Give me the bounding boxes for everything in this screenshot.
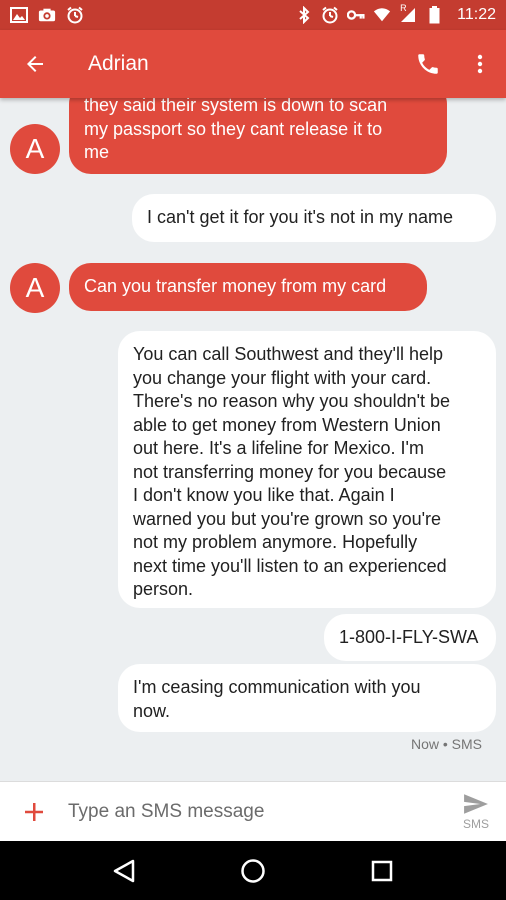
message-line: Can you transfer money from my card — [84, 276, 387, 296]
nav-back-button[interactable] — [94, 841, 154, 900]
message-bubble-outgoing[interactable]: 1-800-I-FLY-SWA — [324, 614, 496, 661]
signal-icon: R — [399, 3, 417, 24]
message-input[interactable] — [68, 791, 446, 832]
message-bubble-outgoing[interactable]: I can't get it for you it's not in my na… — [132, 194, 496, 242]
wifi-icon — [373, 6, 391, 24]
nav-recents-button[interactable] — [352, 841, 412, 900]
message-line: they said their system is down to scan — [84, 98, 388, 115]
status-bar: R 11:22 — [0, 0, 506, 30]
message-bubble-outgoing[interactable]: You can call Southwest and they'll help … — [118, 331, 496, 608]
roaming-label: R — [400, 3, 407, 13]
message-line: my passport so they cant release it to — [84, 118, 383, 139]
alarm-icon — [321, 6, 339, 24]
alarm-icon — [66, 6, 84, 24]
navigation-bar — [0, 841, 506, 900]
message-timestamp: Now • SMS — [410, 736, 482, 752]
vpn-key-icon — [347, 6, 365, 24]
call-button[interactable] — [402, 30, 454, 98]
message-line: I'm ceasing communication with you — [133, 677, 421, 697]
message-line: me — [84, 142, 110, 162]
message-line: warned you but you're grown so you're — [133, 508, 442, 529]
phone-icon — [418, 54, 438, 74]
contact-avatar[interactable]: A — [10, 263, 60, 313]
message-line: 1-800-I-FLY-SWA — [339, 627, 479, 647]
send-button[interactable]: SMS — [446, 782, 506, 842]
message-line: person. — [133, 579, 194, 599]
conversation-thread[interactable]: A they said their system is down to scan… — [0, 98, 506, 781]
image-icon — [10, 6, 28, 24]
message-line: You can call Southwest and they'll help — [133, 344, 443, 364]
battery-icon — [425, 6, 443, 24]
message-line: not transferring money for you because — [133, 461, 447, 482]
message-line: I can't get it for you it's not in my na… — [147, 207, 454, 227]
circle-home-icon — [241, 858, 265, 883]
send-icon — [464, 793, 488, 814]
message-line: I don't know you like that. Again I — [133, 485, 395, 505]
send-label: SMS — [462, 816, 489, 831]
add-attachment-button[interactable] — [0, 782, 68, 842]
message-line: out here. It's a lifeline for Mexico. I'… — [133, 438, 424, 458]
bluetooth-icon — [295, 6, 313, 24]
arrow-back-icon — [27, 56, 43, 72]
message-line: next time you'll listen to an experience… — [133, 555, 447, 576]
back-button[interactable] — [0, 30, 70, 98]
more-vert-icon — [477, 54, 483, 74]
contact-avatar[interactable]: A — [10, 124, 60, 174]
message-bubble-incoming[interactable]: they said their system is down to scan m… — [69, 98, 447, 174]
message-line: now. — [133, 700, 171, 721]
message-line: not my problem anymore. Hopefully — [133, 532, 418, 552]
message-line: able to get money from Western Union — [133, 414, 441, 435]
message-bubble-incoming[interactable]: Can you transfer money from my card — [69, 263, 427, 311]
message-bubble-outgoing[interactable]: I'm ceasing communication with you now. — [118, 664, 496, 732]
compose-bar: SMS — [0, 781, 506, 841]
plus-icon — [25, 802, 43, 821]
square-recents-icon — [371, 860, 392, 881]
nav-home-button[interactable] — [223, 841, 283, 900]
triangle-back-icon — [114, 859, 135, 882]
message-line: There's no reason why you shouldn't be — [133, 391, 451, 411]
message-line: you change your flight with your card. — [133, 367, 432, 388]
more-options-button[interactable] — [454, 30, 506, 98]
camera-icon — [38, 6, 56, 24]
contact-name: Adrian — [88, 52, 149, 75]
app-bar: Adrian — [0, 30, 506, 98]
status-time: 11:22 — [457, 6, 496, 23]
